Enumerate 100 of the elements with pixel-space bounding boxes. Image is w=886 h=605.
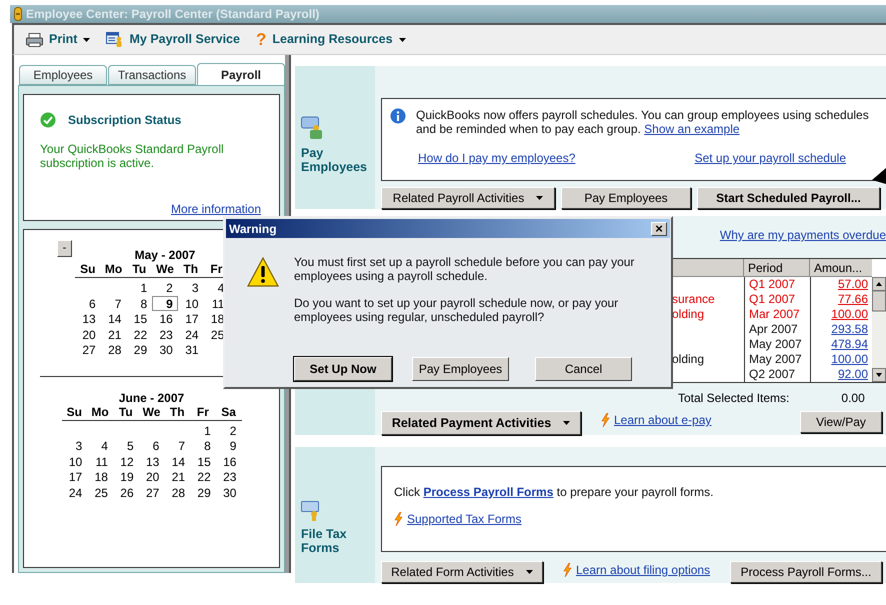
calendar-day[interactable]: 23 <box>152 326 178 342</box>
calendar-day[interactable]: 23 <box>216 469 242 484</box>
calendar-day[interactable]: 17 <box>178 311 204 326</box>
calendar-day[interactable]: 14 <box>100 311 126 326</box>
calendar-day[interactable]: 24 <box>178 326 204 342</box>
calendar-day[interactable]: 6 <box>138 438 164 454</box>
calendar-day[interactable]: 3 <box>178 280 204 296</box>
warning-icon <box>247 257 279 287</box>
amount-link[interactable]: 478.94 <box>831 337 868 351</box>
calendar-day[interactable]: 21 <box>100 326 126 342</box>
toolbar-button[interactable]: Print <box>26 30 90 49</box>
button[interactable]: Related Payroll Activities <box>381 187 555 209</box>
calendar-day[interactable]: 29 <box>190 484 216 500</box>
table-cell: Q1 2007 <box>744 277 810 292</box>
link[interactable]: Process Payroll Forms <box>423 485 554 499</box>
calendar-day[interactable]: 17 <box>62 469 88 484</box>
calendar-day[interactable]: 9 <box>216 438 242 454</box>
link[interactable]: Learn about filing options <box>576 561 710 579</box>
calendar-day[interactable]: 27 <box>75 342 101 358</box>
amount-link[interactable]: 92.00 <box>838 367 868 381</box>
button[interactable]: View/Pay <box>800 411 882 433</box>
calendar-day[interactable]: 24 <box>62 484 88 500</box>
info-icon <box>390 108 406 124</box>
calendar-day[interactable]: 21 <box>164 469 190 484</box>
calendar-day[interactable]: 28 <box>164 484 190 500</box>
link[interactable]: Learn about e-pay <box>614 411 712 429</box>
button[interactable]: Process Payroll Forms... <box>730 561 882 583</box>
calendar-day[interactable]: 6 <box>75 296 101 311</box>
calendar-day[interactable]: 20 <box>138 469 164 484</box>
table-cell: Mar 2007 <box>744 307 810 322</box>
link[interactable]: Set up your payroll schedule <box>694 149 846 167</box>
amount-link[interactable]: 77.66 <box>838 292 868 306</box>
calendar-day[interactable]: 19 <box>112 469 139 484</box>
calendar-day[interactable]: 27 <box>138 484 164 500</box>
collapse-button[interactable]: - <box>57 240 72 257</box>
month-title: May - 2007 <box>134 248 196 262</box>
calendar-day[interactable]: 25 <box>87 484 113 500</box>
lock-icon <box>14 7 22 21</box>
calendar-day[interactable]: 9 <box>152 296 178 311</box>
dialog-message: Do you want to set up your payroll schedule now, or pay your employees using regular, unscheduled payroll? <box>294 296 620 324</box>
calendar-day[interactable]: 1 <box>126 280 152 296</box>
calendar-day[interactable]: 11 <box>87 454 113 469</box>
tab[interactable]: Transactions <box>108 65 196 85</box>
column-header: Amoun... <box>813 260 864 276</box>
close-button[interactable]: × <box>651 222 667 236</box>
calendar-day[interactable]: 20 <box>75 326 101 342</box>
link[interactable]: Show an example <box>644 122 740 136</box>
calendar-day[interactable]: 7 <box>164 438 190 454</box>
calendar-day[interactable]: 2 <box>216 422 242 438</box>
dialog-button[interactable]: Cancel <box>535 357 632 381</box>
calendar-day[interactable]: 29 <box>126 342 152 358</box>
lightning-icon <box>601 413 610 427</box>
tab[interactable]: Payroll <box>197 63 285 85</box>
calendar-day[interactable]: 16 <box>152 311 178 326</box>
info-text: Click Process Payroll Forms to prepare your payroll forms. <box>394 484 714 501</box>
button[interactable]: Start Scheduled Payroll... <box>697 187 880 209</box>
toolbar-button[interactable]: ? Learning Resources <box>256 30 406 49</box>
link[interactable]: Why are my payments overdue <box>720 226 886 244</box>
calendar-day[interactable]: 30 <box>216 484 242 500</box>
calendar-day[interactable]: 4 <box>87 438 113 454</box>
calendar-day[interactable]: 2 <box>152 280 178 296</box>
calendar-day[interactable]: 3 <box>62 438 88 454</box>
amount-link[interactable]: 293.58 <box>831 322 868 336</box>
amount-link[interactable]: 100.00 <box>831 307 868 321</box>
button[interactable]: Related Form Activities <box>381 561 543 583</box>
calendar-day[interactable]: 14 <box>164 454 190 469</box>
calendar-day[interactable]: 31 <box>178 342 204 358</box>
calendar-day[interactable]: 22 <box>126 326 152 342</box>
amount-link[interactable]: 57.00 <box>838 277 868 291</box>
calendar-day[interactable]: 10 <box>62 454 88 469</box>
section-label: File Tax Forms <box>301 527 348 555</box>
calendar-day[interactable]: 15 <box>126 311 152 326</box>
button[interactable]: Related Payment Activities <box>381 411 581 435</box>
calendar-day[interactable]: 12 <box>112 454 139 469</box>
calendar-day[interactable]: 13 <box>75 311 101 326</box>
calendar-day[interactable]: 16 <box>216 454 242 469</box>
calendar-day[interactable]: 8 <box>126 296 152 311</box>
calendar-day[interactable]: 10 <box>178 296 204 311</box>
status-message: Your QuickBooks Standard Payroll subscription is active. <box>40 142 225 170</box>
calendar-day[interactable]: 18 <box>87 469 113 484</box>
calendar-day[interactable]: 8 <box>190 438 216 454</box>
toolbar-button[interactable]: My Payroll Service <box>106 30 240 49</box>
tab[interactable]: Employees <box>19 65 107 85</box>
link[interactable]: Supported Tax Forms <box>407 510 522 528</box>
calendar-day[interactable]: 5 <box>112 438 139 454</box>
calendar-day[interactable]: 13 <box>138 454 164 469</box>
calendar-day[interactable]: 7 <box>100 296 126 311</box>
link[interactable]: How do I pay my employees? <box>418 149 576 167</box>
calendar-day[interactable]: 1 <box>190 422 216 438</box>
link[interactable]: More information <box>170 200 261 218</box>
calendar-day[interactable]: 26 <box>112 484 139 500</box>
calendar-day[interactable]: 15 <box>190 454 216 469</box>
dialog-button[interactable]: Pay Employees <box>412 357 509 381</box>
calendar-day[interactable]: 28 <box>100 342 126 358</box>
amount-link[interactable]: 100.00 <box>831 352 868 366</box>
calendar-day[interactable]: 30 <box>152 342 178 358</box>
button[interactable]: Pay Employees <box>561 187 691 209</box>
table-cell-text: olding <box>672 352 706 367</box>
dialog-button[interactable]: Set Up Now <box>294 357 392 381</box>
calendar-day[interactable]: 22 <box>190 469 216 484</box>
